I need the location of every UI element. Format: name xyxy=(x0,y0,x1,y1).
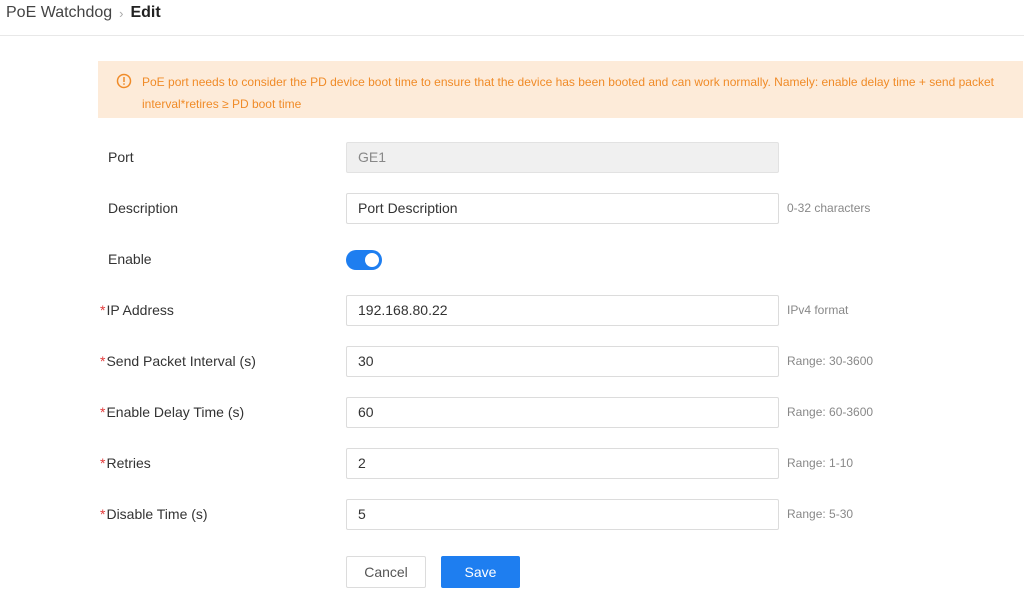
port-field: GE1 xyxy=(346,142,779,173)
required-mark: * xyxy=(100,506,106,522)
retries-label-text: Retries xyxy=(106,455,151,471)
required-mark: * xyxy=(100,404,106,420)
retries-input[interactable]: 2 xyxy=(346,448,779,479)
ip-address-hint: IPv4 format xyxy=(787,303,849,317)
send-packet-interval-hint: Range: 30-3600 xyxy=(787,354,874,368)
disable-time-input[interactable]: 5 xyxy=(346,499,779,530)
enable-delay-time-hint: Range: 60-3600 xyxy=(787,405,874,419)
warning-alert: PoE port needs to consider the PD device… xyxy=(98,61,1023,118)
ip-address-label-text: IP Address xyxy=(106,302,174,318)
breadcrumb-separator-icon: › xyxy=(119,5,124,21)
enable-delay-time-label-text: Enable Delay Time (s) xyxy=(106,404,245,420)
breadcrumb-current: Edit xyxy=(130,4,161,21)
breadcrumb-parent[interactable]: PoE Watchdog xyxy=(6,4,112,22)
enable-label: Enable xyxy=(108,251,152,267)
send-packet-interval-label: *Send Packet Interval (s) xyxy=(100,353,256,369)
retries-label: *Retries xyxy=(100,455,151,471)
required-mark: * xyxy=(100,455,106,471)
required-mark: * xyxy=(100,353,106,369)
description-hint: 0-32 characters xyxy=(787,201,871,215)
save-button[interactable]: Save xyxy=(441,556,520,588)
disable-time-label: *Disable Time (s) xyxy=(100,506,208,522)
alert-text: PoE port needs to consider the PD device… xyxy=(142,75,994,111)
description-input[interactable]: Port Description xyxy=(346,193,779,224)
disable-time-label-text: Disable Time (s) xyxy=(106,506,208,522)
send-packet-interval-label-text: Send Packet Interval (s) xyxy=(106,353,256,369)
enable-toggle[interactable] xyxy=(346,250,382,270)
warning-circle-icon xyxy=(116,73,132,89)
disable-time-hint: Range: 5-30 xyxy=(787,507,854,521)
cancel-button[interactable]: Cancel xyxy=(346,556,426,588)
description-label: Description xyxy=(108,200,179,216)
required-mark: * xyxy=(100,302,106,318)
enable-delay-time-label: *Enable Delay Time (s) xyxy=(100,404,244,420)
port-label: Port xyxy=(108,149,134,165)
send-packet-interval-input[interactable]: 30 xyxy=(346,346,779,377)
page-header: PoE Watchdog › Edit xyxy=(0,0,1024,36)
ip-address-label: *IP Address xyxy=(100,302,174,318)
breadcrumb: PoE Watchdog › Edit xyxy=(6,4,161,22)
ip-address-input[interactable]: 192.168.80.22 xyxy=(346,295,779,326)
toggle-knob xyxy=(365,253,379,267)
retries-hint: Range: 1-10 xyxy=(787,456,854,470)
enable-delay-time-input[interactable]: 60 xyxy=(346,397,779,428)
